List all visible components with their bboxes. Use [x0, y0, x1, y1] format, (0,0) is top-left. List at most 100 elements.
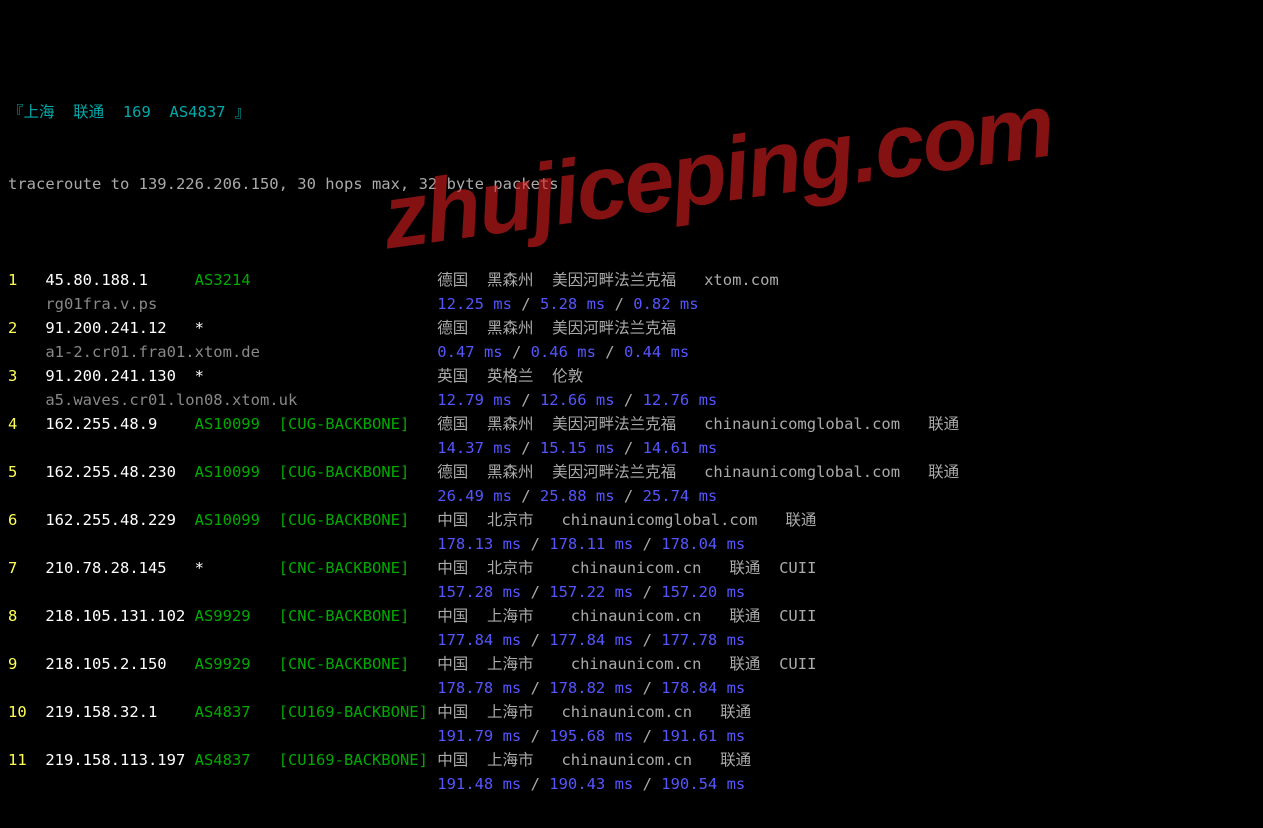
hop-backbone-tag: [CUG-BACKBONE]: [279, 511, 438, 529]
hop-rdns-line: a5.waves.cr01.lon08.xtom.uk 12.79 ms / 1…: [8, 388, 1255, 412]
hop-location: 中国 上海市 chinaunicom.cn 联通 CUII: [437, 607, 816, 625]
hop-backbone-tag: [279, 271, 438, 289]
hop-number: 1: [8, 271, 45, 289]
hop-backbone-tag: [CU169-BACKBONE]: [279, 703, 438, 721]
hop-rdns: a1-2.cr01.fra01.xtom.de: [45, 343, 260, 361]
hop-number: 10: [8, 703, 45, 721]
hop-backbone-tag: [CU169-BACKBONE]: [279, 751, 438, 769]
hop-latency-1: 178.13 ms: [437, 535, 521, 553]
hop-latency-1: 157.28 ms: [437, 583, 521, 601]
hop-latency-3: 0.44 ms: [624, 343, 689, 361]
hop-asn: AS4837: [195, 751, 279, 769]
hop-location: 德国 黑森州 美因河畔法兰克福 xtom.com: [437, 271, 778, 289]
route-header: 『上海 联通 169 AS4837 』: [8, 100, 1255, 124]
hop-rdns-line: rg01fra.v.ps 12.25 ms / 5.28 ms / 0.82 m…: [8, 292, 1255, 316]
hop-latency-line: 178.78 ms / 178.82 ms / 178.84 ms: [8, 676, 1255, 700]
hop-line: 1 45.80.188.1 AS3214 德国 黑森州 美因河畔法兰克福 xto…: [8, 268, 1255, 292]
hop-location: 德国 黑森州 美因河畔法兰克福 chinaunicomglobal.com 联通: [437, 463, 959, 481]
hop-latency-3: 191.61 ms: [661, 727, 745, 745]
hop-line: 8 218.105.131.102 AS9929 [CNC-BACKBONE] …: [8, 604, 1255, 628]
hop-latency-2: 25.88 ms: [540, 487, 615, 505]
hop-ip: 219.158.32.1: [45, 703, 194, 721]
traceroute-cmd: traceroute to 139.226.206.150, 30 hops m…: [8, 172, 1255, 196]
hop-latency-3: 190.54 ms: [661, 775, 745, 793]
hop-location: 中国 北京市 chinaunicomglobal.com 联通: [437, 511, 816, 529]
hop-ip: 210.78.28.145: [45, 559, 194, 577]
hop-line: 4 162.255.48.9 AS10099 [CUG-BACKBONE] 德国…: [8, 412, 1255, 436]
hop-ip: 162.255.48.9: [45, 415, 194, 433]
hop-ip: 218.105.2.150: [45, 655, 194, 673]
hop-ip: 45.80.188.1: [45, 271, 194, 289]
hop-line: 6 162.255.48.229 AS10099 [CUG-BACKBONE] …: [8, 508, 1255, 532]
hop-location: 中国 北京市 chinaunicom.cn 联通 CUII: [437, 559, 816, 577]
hop-backbone-tag: [CUG-BACKBONE]: [279, 415, 438, 433]
hop-ip: 91.200.241.130: [45, 367, 194, 385]
hop-latency-2: 190.43 ms: [549, 775, 633, 793]
hop-asn: AS9929: [195, 655, 279, 673]
hop-line: 5 162.255.48.230 AS10099 [CUG-BACKBONE] …: [8, 460, 1255, 484]
hop-number: 11: [8, 751, 45, 769]
hop-backbone-tag: [CNC-BACKBONE]: [279, 559, 438, 577]
hop-number: 8: [8, 607, 45, 625]
terminal-output: zhujiceping.com 『上海 联通 169 AS4837 』 trac…: [0, 0, 1263, 828]
hop-location: 德国 黑森州 美因河畔法兰克福 chinaunicomglobal.com 联通: [437, 415, 959, 433]
hop-latency-1: 177.84 ms: [437, 631, 521, 649]
hop-latency-1: 191.79 ms: [437, 727, 521, 745]
hop-latency-line: 178.13 ms / 178.11 ms / 178.04 ms: [8, 532, 1255, 556]
hop-rdns-line: a1-2.cr01.fra01.xtom.de 0.47 ms / 0.46 m…: [8, 340, 1255, 364]
hop-number: 5: [8, 463, 45, 481]
hop-line: 7 210.78.28.145 * [CNC-BACKBONE] 中国 北京市 …: [8, 556, 1255, 580]
hop-ip: 162.255.48.230: [45, 463, 194, 481]
hop-rdns: a5.waves.cr01.lon08.xtom.uk: [45, 391, 297, 409]
hop-latency-2: 178.11 ms: [549, 535, 633, 553]
hop-latency-1: 26.49 ms: [437, 487, 512, 505]
hop-number: 4: [8, 415, 45, 433]
hops-container: 1 45.80.188.1 AS3214 德国 黑森州 美因河畔法兰克福 xto…: [8, 268, 1255, 796]
hop-asn: AS10099: [195, 415, 279, 433]
hop-latency-2: 15.15 ms: [540, 439, 615, 457]
hop-latency-1: 12.79 ms: [437, 391, 512, 409]
hop-line: 11 219.158.113.197 AS4837 [CU169-BACKBON…: [8, 748, 1255, 772]
hop-number: 6: [8, 511, 45, 529]
hop-latency-2: 0.46 ms: [531, 343, 596, 361]
hop-asn: AS9929: [195, 607, 279, 625]
hop-asn: *: [195, 319, 279, 337]
hop-latency-1: 14.37 ms: [437, 439, 512, 457]
hop-location: 德国 黑森州 美因河畔法兰克福: [437, 319, 676, 337]
hop-location: 中国 上海市 chinaunicom.cn 联通 CUII: [437, 655, 816, 673]
hop-location: 英国 英格兰 伦敦: [437, 367, 583, 385]
hop-asn: *: [195, 367, 279, 385]
hop-backbone-tag: [279, 367, 438, 385]
hop-latency-1: 191.48 ms: [437, 775, 521, 793]
hop-asn: AS3214: [195, 271, 279, 289]
hop-line: 3 91.200.241.130 * 英国 英格兰 伦敦: [8, 364, 1255, 388]
hop-asn: AS10099: [195, 463, 279, 481]
hop-number: 9: [8, 655, 45, 673]
hop-asn: *: [195, 559, 279, 577]
hop-latency-line: 14.37 ms / 15.15 ms / 14.61 ms: [8, 436, 1255, 460]
hop-latency-3: 12.76 ms: [643, 391, 718, 409]
hop-latency-1: 178.78 ms: [437, 679, 521, 697]
hop-latency-3: 25.74 ms: [643, 487, 718, 505]
hop-line: 10 219.158.32.1 AS4837 [CU169-BACKBONE] …: [8, 700, 1255, 724]
hop-latency-2: 177.84 ms: [549, 631, 633, 649]
hop-backbone-tag: [CUG-BACKBONE]: [279, 463, 438, 481]
hop-latency-2: 195.68 ms: [549, 727, 633, 745]
hop-latency-2: 178.82 ms: [549, 679, 633, 697]
hop-latency-2: 5.28 ms: [540, 295, 605, 313]
hop-line: 9 218.105.2.150 AS9929 [CNC-BACKBONE] 中国…: [8, 652, 1255, 676]
hop-latency-1: 12.25 ms: [437, 295, 512, 313]
hop-ip: 219.158.113.197: [45, 751, 194, 769]
hop-latency-2: 12.66 ms: [540, 391, 615, 409]
hop-latency-line: 157.28 ms / 157.22 ms / 157.20 ms: [8, 580, 1255, 604]
hop-latency-3: 178.84 ms: [661, 679, 745, 697]
hop-latency-3: 14.61 ms: [643, 439, 718, 457]
hop-latency-line: 177.84 ms / 177.84 ms / 177.78 ms: [8, 628, 1255, 652]
hop-backbone-tag: [279, 319, 438, 337]
hop-ip: 162.255.48.229: [45, 511, 194, 529]
hop-line: 2 91.200.241.12 * 德国 黑森州 美因河畔法兰克福: [8, 316, 1255, 340]
hop-latency-line: 191.79 ms / 195.68 ms / 191.61 ms: [8, 724, 1255, 748]
hop-latency-3: 177.78 ms: [661, 631, 745, 649]
hop-ip: 91.200.241.12: [45, 319, 194, 337]
hop-location: 中国 上海市 chinaunicom.cn 联通: [437, 751, 751, 769]
